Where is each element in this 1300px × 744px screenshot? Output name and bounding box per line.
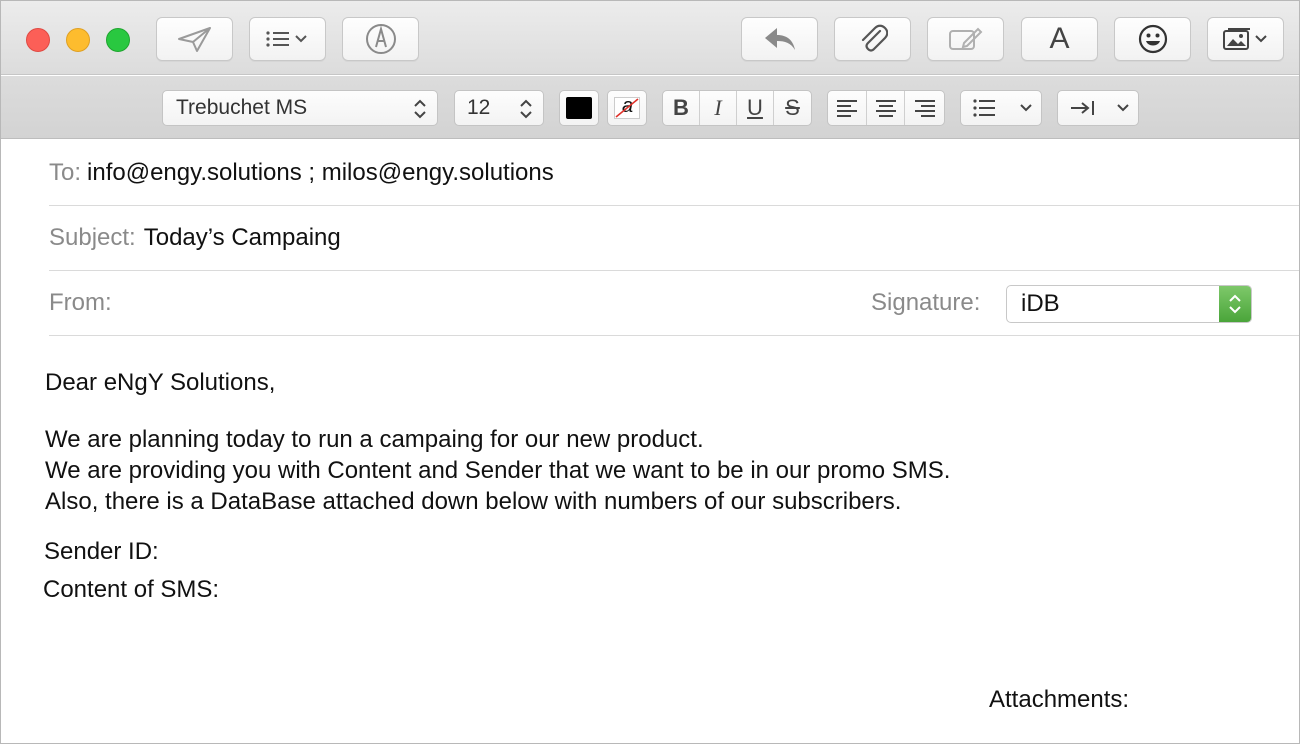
attachments-line: Attachments: — [989, 686, 1130, 713]
to-value[interactable]: info@engy.solutions ; milos@engy.solutio… — [87, 159, 554, 187]
font-family-value: Trebuchet MS — [176, 96, 308, 119]
italic-button[interactable]: I — [700, 91, 737, 125]
font-size-value: 12 — [467, 96, 491, 119]
fonts-icon: A — [1049, 22, 1070, 55]
reply-button[interactable] — [741, 17, 818, 61]
signature-label: Signature: — [871, 288, 981, 316]
fonts-button[interactable]: A — [1021, 17, 1098, 61]
list-icon — [264, 29, 312, 49]
align-right-icon — [914, 100, 935, 117]
reply-arrow-icon — [763, 26, 797, 52]
paper-plane-icon — [177, 25, 213, 53]
markup2-button[interactable] — [927, 17, 1004, 61]
to-label: To: — [49, 158, 82, 186]
from-label: From: — [49, 288, 112, 316]
pen-circle-icon — [365, 23, 397, 55]
signature-select[interactable]: iDB — [1006, 285, 1252, 323]
send-button[interactable] — [156, 17, 233, 61]
sender-id-line: Sender ID: — [44, 538, 159, 565]
strikethrough-button[interactable]: S — [774, 91, 811, 125]
toolbar: A — [1, 1, 1299, 75]
emoji-button[interactable] — [1114, 17, 1191, 61]
font-size-select[interactable]: 12 — [454, 90, 544, 126]
to-field[interactable]: To: info@engy.solutions ; milos@engy.sol… — [49, 140, 1299, 206]
format-bar: Trebuchet MS 12 a B I U S — [1, 76, 1299, 139]
header-fields-button[interactable] — [249, 17, 326, 61]
pencil-box-icon — [948, 25, 984, 53]
bold-glyph: B — [673, 95, 689, 120]
updown-chevron-icon — [414, 99, 426, 119]
underline-glyph: U — [747, 95, 763, 120]
background-color-icon: a — [614, 95, 640, 119]
minimize-button[interactable] — [66, 28, 90, 52]
signature-stepper[interactable] — [1219, 286, 1251, 322]
subject-value[interactable]: Today’s Campaing — [144, 224, 341, 252]
underline-button[interactable]: U — [737, 91, 774, 125]
bold-button[interactable]: B — [663, 91, 700, 125]
strikethrough-glyph: S — [785, 95, 800, 120]
align-center-button[interactable] — [867, 91, 906, 125]
font-family-select[interactable]: Trebuchet MS — [162, 90, 438, 126]
attach-button[interactable] — [834, 17, 911, 61]
body-line-2: We are providing you with Content and Se… — [45, 457, 951, 484]
photo-browser-icon — [1221, 26, 1271, 52]
align-left-icon — [836, 100, 857, 117]
background-color-button[interactable]: a — [607, 90, 647, 126]
subject-field[interactable]: Subject: Today’s Campaing — [49, 205, 1299, 271]
align-left-button[interactable] — [828, 91, 867, 125]
bullet-list-icon — [973, 99, 995, 117]
greeting-line: Dear eNgY Solutions, — [45, 369, 276, 396]
align-center-icon — [875, 100, 896, 117]
zoom-button[interactable] — [106, 28, 130, 52]
text-style-group: B I U S — [662, 90, 812, 126]
list-style-select[interactable] — [960, 90, 1042, 126]
chevron-down-icon — [1020, 104, 1032, 112]
content-sms-line: Content of SMS: — [43, 576, 220, 603]
mail-compose-window: A Trebuchet MS 12 a B I U S To: info@eng… — [0, 0, 1300, 744]
alignment-group — [827, 90, 945, 126]
italic-glyph: I — [714, 95, 722, 120]
close-button[interactable] — [26, 28, 50, 52]
chevron-down-icon — [1117, 104, 1129, 112]
markup-button[interactable] — [342, 17, 419, 61]
photo-browser-button[interactable] — [1207, 17, 1284, 61]
body-line-1: We are planning today to run a campaing … — [45, 426, 704, 453]
paperclip-icon — [858, 23, 888, 55]
body-line-3: Also, there is a DataBase attached down … — [45, 488, 902, 515]
text-color-button[interactable] — [559, 90, 599, 126]
indent-icon — [1071, 101, 1094, 115]
text-color-swatch — [566, 97, 592, 119]
updown-chevron-icon — [520, 99, 532, 119]
smiley-icon — [1137, 23, 1169, 55]
indent-select[interactable] — [1057, 90, 1139, 126]
signature-value: iDB — [1021, 290, 1060, 317]
updown-chevron-icon — [1229, 294, 1241, 314]
from-field: From: Signature: iDB — [49, 270, 1299, 336]
subject-label: Subject: — [49, 223, 136, 251]
align-right-button[interactable] — [905, 91, 944, 125]
